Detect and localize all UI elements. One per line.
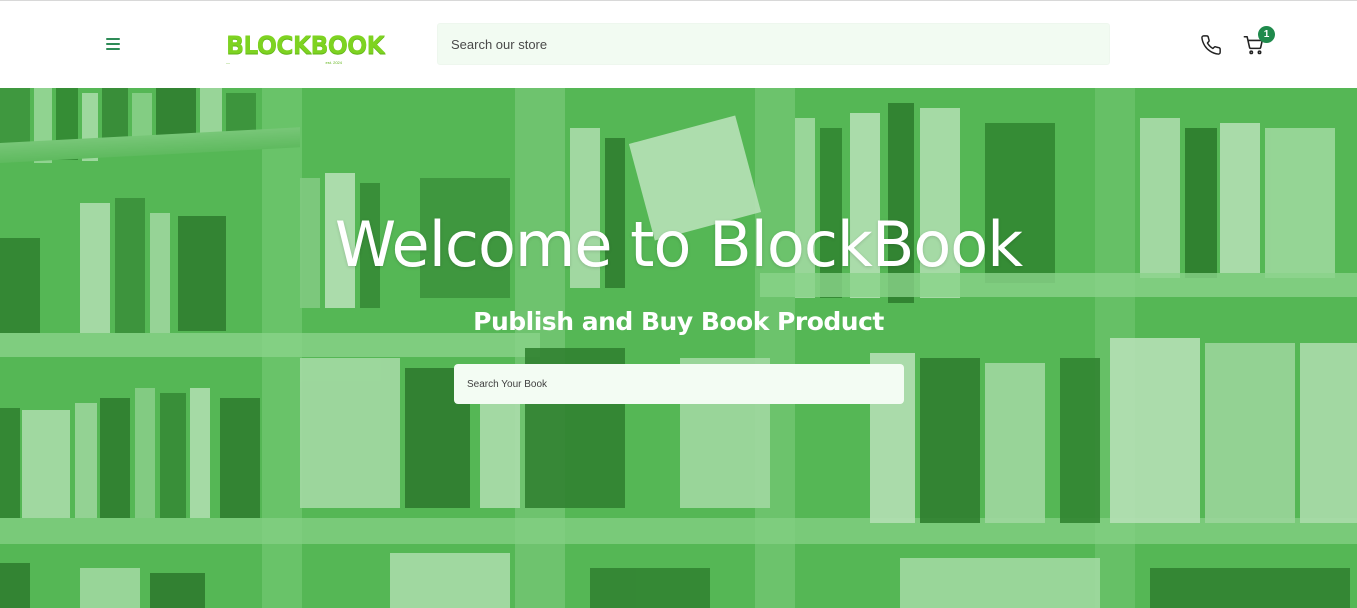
store-search-input[interactable] [437, 23, 1110, 65]
logo[interactable]: BLOCKBOOK — est. 2024 [226, 30, 385, 69]
hero-subtitle: Publish and Buy Book Product [473, 307, 884, 336]
logo-tagline: — est. 2024 [226, 60, 342, 65]
phone-icon[interactable] [1200, 34, 1222, 56]
cart-count-badge: 1 [1258, 26, 1275, 43]
logo-tagline-right: est. 2024 [325, 60, 342, 65]
hero-title: Welcome to BlockBook [334, 208, 1023, 281]
logo-tagline-left: — [226, 60, 230, 65]
hero-banner: Welcome to BlockBook Publish and Buy Boo… [0, 88, 1357, 608]
book-search-input[interactable] [454, 364, 904, 404]
logo-text: BLOCKBOOK [226, 30, 385, 60]
menu-icon[interactable] [104, 35, 122, 55]
hero-green-overlay [0, 88, 1357, 608]
top-navbar: BLOCKBOOK — est. 2024 1 [0, 0, 1357, 88]
